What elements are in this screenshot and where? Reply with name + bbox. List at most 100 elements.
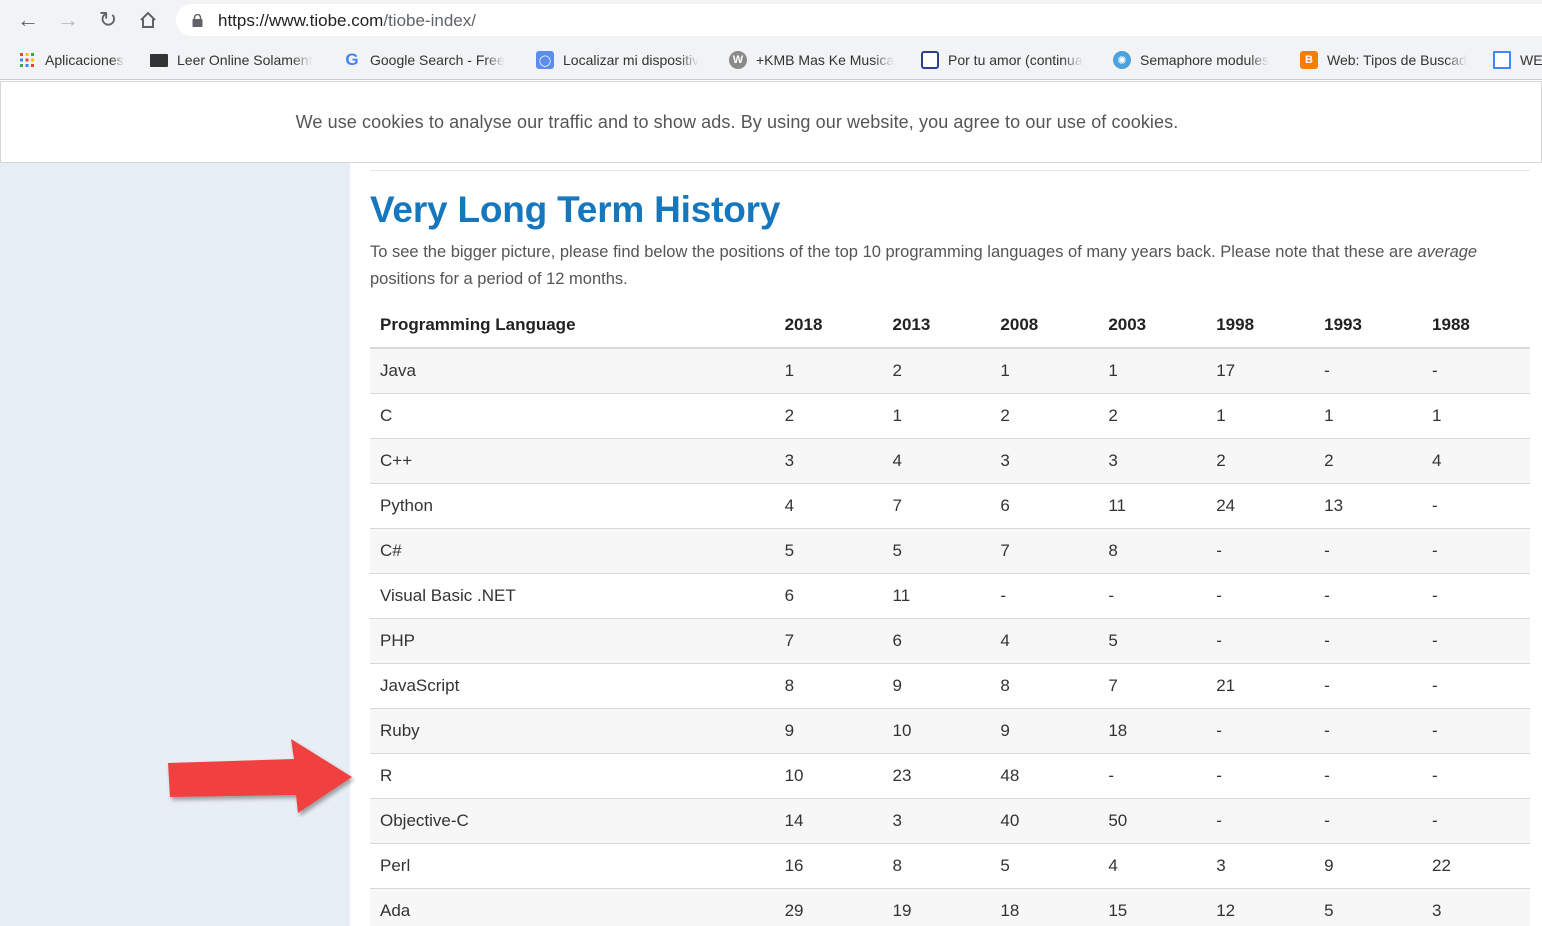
table-row: Python 4 7 6 11 24 13- xyxy=(370,483,1530,529)
rank-cell: - xyxy=(1206,573,1315,619)
rank-cell: 7 xyxy=(774,618,883,664)
rank-cell: 48 xyxy=(990,753,1099,799)
rank-cell: - xyxy=(1206,708,1315,754)
rank-cell: 2 xyxy=(882,348,991,394)
rank-cell: 8 xyxy=(1098,528,1207,574)
reload-icon[interactable]: ↻ xyxy=(94,6,122,34)
rank-cell: 10 xyxy=(882,708,991,754)
rank-cell: - xyxy=(1314,708,1423,754)
rank-cell: 9 xyxy=(882,663,991,709)
rank-cell: - xyxy=(1314,663,1423,709)
table-row: Perl 16 8 5 4 3 9 22 xyxy=(370,843,1530,889)
bookmark-semaphore[interactable]: ✺ Semaphore modules xyxy=(1113,49,1288,71)
rank-cell: - xyxy=(1422,663,1530,709)
rank-cell: 18 xyxy=(990,888,1099,926)
wordpress-icon: W xyxy=(729,51,747,69)
header-year: 1993 xyxy=(1314,303,1423,349)
cookie-banner: We use cookies to analyse our traffic an… xyxy=(0,81,1542,163)
bookmark-localizar[interactable]: ◯ Localizar mi dispositiv xyxy=(536,49,711,71)
rank-cell: 3 xyxy=(990,438,1099,484)
address-bar[interactable]: https://www.tiobe.com/tiobe-index/ xyxy=(176,4,1542,36)
main-content: Very Long Term History To see the bigger… xyxy=(350,163,1542,926)
header-year: 2008 xyxy=(990,303,1099,349)
section-title: Very Long Term History xyxy=(370,189,781,230)
rank-cell: - xyxy=(1206,798,1315,844)
browser-toolbar: ← → ↻ https://www.tiobe.com/tiobe-index/ xyxy=(0,0,1542,40)
rank-cell: 1 xyxy=(990,348,1099,394)
bookmark-google-search[interactable]: G Google Search - Free xyxy=(343,49,518,71)
rank-cell: 18 xyxy=(1098,708,1207,754)
header-year: 1988 xyxy=(1422,303,1530,349)
table-row: JavaScript 8 9 8 7 21- - xyxy=(370,663,1530,709)
rank-cell: - xyxy=(990,573,1099,619)
rank-cell: 40 xyxy=(990,798,1099,844)
forward-icon[interactable]: → xyxy=(54,6,82,34)
rank-cell: 1 xyxy=(882,393,991,439)
rank-cell: 3 xyxy=(882,798,991,844)
rank-cell: - xyxy=(1206,528,1315,574)
rank-cell: 24 xyxy=(1206,483,1315,529)
rank-cell: - xyxy=(1098,753,1207,799)
table-row: Ada 29 19 18 15 12 5 3 xyxy=(370,888,1530,926)
rank-cell: - xyxy=(1314,528,1423,574)
back-icon[interactable]: ← xyxy=(14,6,42,34)
bookmark-por-tu-amor[interactable]: Por tu amor (continua xyxy=(921,49,1096,71)
rank-cell: 15 xyxy=(1098,888,1207,926)
window-icon xyxy=(1493,51,1511,69)
rank-cell: 11 xyxy=(1098,483,1207,529)
rank-cell: 1 xyxy=(1422,393,1530,439)
blogger-icon: B xyxy=(1300,51,1318,69)
table-row: Java 1 2 1 1 17- - xyxy=(370,348,1530,394)
language-name-cell: Java xyxy=(370,348,775,394)
rank-cell: 7 xyxy=(882,483,991,529)
rank-cell: 1 xyxy=(1098,348,1207,394)
bookmark-kmb[interactable]: W +KMB Mas Ke Musica xyxy=(729,49,904,71)
bookmark-we[interactable]: WE xyxy=(1493,49,1542,71)
table-body: Java 1 2 1 1 17- - C 2 1 2 2 1 1 1 C++ 3 4 3 3 2 2 4 Python 4 7 6 1… xyxy=(370,348,1530,926)
rank-cell: 5 xyxy=(990,843,1099,889)
rank-cell: 8 xyxy=(882,843,991,889)
bookmark-aplicaciones[interactable]: Aplicaciones xyxy=(18,49,138,71)
bookmark-leer-online[interactable]: Leer Online Solament xyxy=(150,49,325,71)
rank-cell: 50 xyxy=(1098,798,1207,844)
rank-cell: 1 xyxy=(1314,393,1423,439)
language-name-cell: Ruby xyxy=(370,708,775,754)
header-year: 1998 xyxy=(1206,303,1315,349)
find-device-icon: ◯ xyxy=(536,51,554,69)
rank-cell: 6 xyxy=(990,483,1099,529)
rank-cell: - xyxy=(1206,618,1315,664)
url-text: https://www.tiobe.com/tiobe-index/ xyxy=(218,11,476,30)
bookmark-web-tipos[interactable]: B Web: Tipos de Buscad xyxy=(1300,49,1475,71)
rank-cell: 9 xyxy=(1314,843,1423,889)
home-icon[interactable] xyxy=(134,6,162,34)
language-name-cell: Perl xyxy=(370,843,775,889)
rank-cell: 1 xyxy=(774,348,883,394)
language-name-cell: C xyxy=(370,393,775,439)
header-language: Programming Language xyxy=(370,303,775,349)
rank-cell: 22 xyxy=(1422,843,1530,889)
rank-cell: 9 xyxy=(990,708,1099,754)
rank-cell: 1 xyxy=(1206,393,1315,439)
rank-cell: 10 xyxy=(774,753,883,799)
rank-cell: - xyxy=(1314,573,1423,619)
rank-cell: - xyxy=(1098,573,1207,619)
rank-cell: 3 xyxy=(1098,438,1207,484)
rank-cell: - xyxy=(1422,618,1530,664)
table-header-row: Programming Language 2018 2013 2008 2003… xyxy=(370,303,1530,349)
rank-cell: 3 xyxy=(1422,888,1530,926)
rank-cell: 2 xyxy=(1206,438,1315,484)
table-row: PHP 7 6 4 5- - - xyxy=(370,618,1530,664)
rank-cell: 14 xyxy=(774,798,883,844)
rank-cell: 29 xyxy=(774,888,883,926)
rank-cell: - xyxy=(1422,798,1530,844)
rank-cell: 7 xyxy=(990,528,1099,574)
red-arrow-icon xyxy=(168,739,352,813)
rank-cell: 5 xyxy=(1098,618,1207,664)
table-row: C++ 3 4 3 3 2 2 4 xyxy=(370,438,1530,484)
divider xyxy=(370,170,1530,171)
language-name-cell: C# xyxy=(370,528,775,574)
rank-cell: 8 xyxy=(774,663,883,709)
rank-cell: 12 xyxy=(1206,888,1315,926)
rank-cell: 23 xyxy=(882,753,991,799)
rank-cell: 2 xyxy=(1314,438,1423,484)
